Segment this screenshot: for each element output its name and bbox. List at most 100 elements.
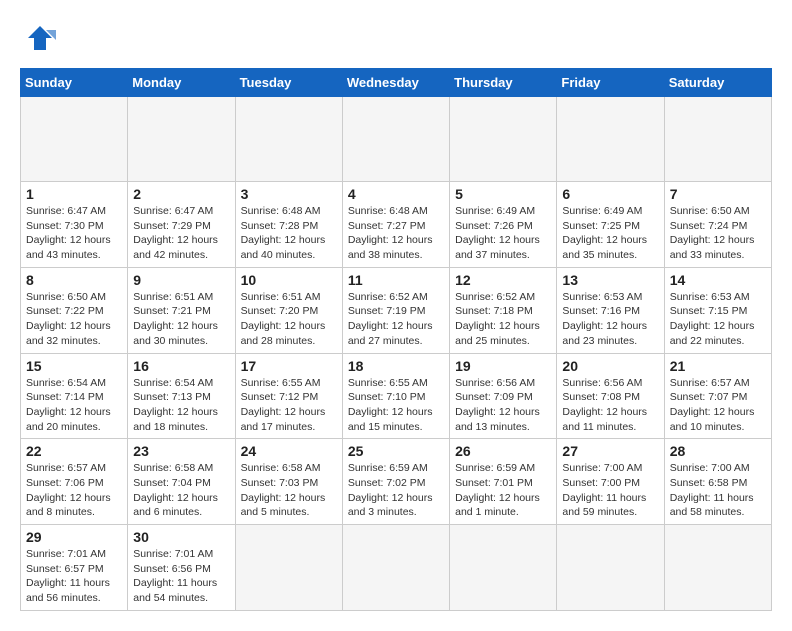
calendar-cell: 10 Sunrise: 6:51 AMSunset: 7:20 PMDayligh… <box>235 267 342 353</box>
day-info: Sunrise: 6:55 AMSunset: 7:10 PMDaylight:… <box>348 376 444 435</box>
day-number: 30 <box>133 529 229 545</box>
calendar-cell <box>21 97 128 182</box>
day-number: 12 <box>455 272 551 288</box>
day-number: 14 <box>670 272 766 288</box>
day-info: Sunrise: 6:51 AMSunset: 7:20 PMDaylight:… <box>241 290 337 349</box>
calendar-cell <box>342 97 449 182</box>
calendar-cell: 25 Sunrise: 6:59 AMSunset: 7:02 PMDayligh… <box>342 439 449 525</box>
calendar-cell: 23 Sunrise: 6:58 AMSunset: 7:04 PMDayligh… <box>128 439 235 525</box>
day-info: Sunrise: 6:55 AMSunset: 7:12 PMDaylight:… <box>241 376 337 435</box>
calendar-cell <box>664 97 771 182</box>
day-info: Sunrise: 6:53 AMSunset: 7:16 PMDaylight:… <box>562 290 658 349</box>
calendar-cell <box>450 97 557 182</box>
calendar-cell: 7Sunrise: 6:50 AMSunset: 7:24 PMDaylight… <box>664 182 771 268</box>
calendar-week-5: 29 Sunrise: 7:01 AMSunset: 6:57 PMDayligh… <box>21 525 772 611</box>
day-number: 5 <box>455 186 551 202</box>
calendar-cell <box>342 525 449 611</box>
day-info: Sunrise: 7:00 AMSunset: 6:58 PMDaylight:… <box>670 461 766 520</box>
calendar-week-0 <box>21 97 772 182</box>
day-info: Sunrise: 6:49 AMSunset: 7:25 PMDaylight:… <box>562 204 658 263</box>
day-info: Sunrise: 7:01 AMSunset: 6:56 PMDaylight:… <box>133 547 229 606</box>
logo <box>20 20 62 58</box>
calendar-week-1: 1 Sunrise: 6:47 AMSunset: 7:30 PMDaylight… <box>21 182 772 268</box>
day-number: 26 <box>455 443 551 459</box>
calendar-cell <box>450 525 557 611</box>
day-info: Sunrise: 6:50 AMSunset: 7:22 PMDaylight:… <box>26 290 122 349</box>
day-number: 11 <box>348 272 444 288</box>
calendar-cell: 24Sunrise: 6:58 AMSunset: 7:03 PMDayligh… <box>235 439 342 525</box>
day-number: 1 <box>26 186 122 202</box>
day-number: 15 <box>26 358 122 374</box>
day-number: 2 <box>133 186 229 202</box>
day-info: Sunrise: 6:49 AMSunset: 7:26 PMDaylight:… <box>455 204 551 263</box>
calendar-cell: 29 Sunrise: 7:01 AMSunset: 6:57 PMDayligh… <box>21 525 128 611</box>
day-info: Sunrise: 7:00 AMSunset: 7:00 PMDaylight:… <box>562 461 658 520</box>
calendar-week-2: 8 Sunrise: 6:50 AMSunset: 7:22 PMDaylight… <box>21 267 772 353</box>
calendar-cell: 19Sunrise: 6:56 AMSunset: 7:09 PMDayligh… <box>450 353 557 439</box>
calendar-cell: 9Sunrise: 6:51 AMSunset: 7:21 PMDaylight… <box>128 267 235 353</box>
day-number: 29 <box>26 529 122 545</box>
day-number: 16 <box>133 358 229 374</box>
day-number: 4 <box>348 186 444 202</box>
calendar-cell: 22Sunrise: 6:57 AMSunset: 7:06 PMDayligh… <box>21 439 128 525</box>
logo-icon <box>20 20 58 58</box>
calendar-cell: 28 Sunrise: 7:00 AMSunset: 6:58 PMDayligh… <box>664 439 771 525</box>
day-info: Sunrise: 6:58 AMSunset: 7:04 PMDaylight:… <box>133 461 229 520</box>
day-number: 19 <box>455 358 551 374</box>
calendar-header-monday: Monday <box>128 69 235 97</box>
calendar-header-thursday: Thursday <box>450 69 557 97</box>
day-number: 18 <box>348 358 444 374</box>
calendar-cell: 17Sunrise: 6:55 AMSunset: 7:12 PMDayligh… <box>235 353 342 439</box>
calendar-cell: 4 Sunrise: 6:48 AMSunset: 7:27 PMDaylight… <box>342 182 449 268</box>
calendar-cell: 16 Sunrise: 6:54 AMSunset: 7:13 PMDayligh… <box>128 353 235 439</box>
day-info: Sunrise: 6:47 AMSunset: 7:29 PMDaylight:… <box>133 204 229 263</box>
day-info: Sunrise: 6:59 AMSunset: 7:02 PMDaylight:… <box>348 461 444 520</box>
calendar-cell: 8 Sunrise: 6:50 AMSunset: 7:22 PMDaylight… <box>21 267 128 353</box>
day-number: 21 <box>670 358 766 374</box>
calendar-cell <box>235 525 342 611</box>
calendar-header-friday: Friday <box>557 69 664 97</box>
calendar-cell: 2 Sunrise: 6:47 AMSunset: 7:29 PMDaylight… <box>128 182 235 268</box>
calendar-cell: 5 Sunrise: 6:49 AMSunset: 7:26 PMDaylight… <box>450 182 557 268</box>
calendar-header-saturday: Saturday <box>664 69 771 97</box>
day-info: Sunrise: 6:53 AMSunset: 7:15 PMDaylight:… <box>670 290 766 349</box>
calendar-cell: 26 Sunrise: 6:59 AMSunset: 7:01 PMDayligh… <box>450 439 557 525</box>
day-info: Sunrise: 6:50 AMSunset: 7:24 PMDaylight:… <box>670 204 766 263</box>
calendar-cell: 27Sunrise: 7:00 AMSunset: 7:00 PMDayligh… <box>557 439 664 525</box>
calendar-cell <box>235 97 342 182</box>
calendar-table: SundayMondayTuesdayWednesdayThursdayFrid… <box>20 68 772 611</box>
calendar-cell <box>557 97 664 182</box>
day-info: Sunrise: 6:52 AMSunset: 7:19 PMDaylight:… <box>348 290 444 349</box>
calendar-cell <box>557 525 664 611</box>
day-number: 6 <box>562 186 658 202</box>
calendar-cell: 6 Sunrise: 6:49 AMSunset: 7:25 PMDaylight… <box>557 182 664 268</box>
calendar-cell: 30 Sunrise: 7:01 AMSunset: 6:56 PMDayligh… <box>128 525 235 611</box>
day-number: 23 <box>133 443 229 459</box>
day-number: 25 <box>348 443 444 459</box>
calendar-cell: 13 Sunrise: 6:53 AMSunset: 7:16 PMDayligh… <box>557 267 664 353</box>
calendar-cell: 3Sunrise: 6:48 AMSunset: 7:28 PMDaylight… <box>235 182 342 268</box>
header <box>20 20 772 58</box>
day-info: Sunrise: 6:59 AMSunset: 7:01 PMDaylight:… <box>455 461 551 520</box>
day-info: Sunrise: 6:47 AMSunset: 7:30 PMDaylight:… <box>26 204 122 263</box>
day-number: 22 <box>26 443 122 459</box>
day-info: Sunrise: 6:56 AMSunset: 7:08 PMDaylight:… <box>562 376 658 435</box>
day-info: Sunrise: 6:52 AMSunset: 7:18 PMDaylight:… <box>455 290 551 349</box>
day-number: 13 <box>562 272 658 288</box>
calendar-cell: 11 Sunrise: 6:52 AMSunset: 7:19 PMDayligh… <box>342 267 449 353</box>
day-number: 8 <box>26 272 122 288</box>
day-info: Sunrise: 6:54 AMSunset: 7:14 PMDaylight:… <box>26 376 122 435</box>
calendar-cell: 21 Sunrise: 6:57 AMSunset: 7:07 PMDayligh… <box>664 353 771 439</box>
calendar-header-tuesday: Tuesday <box>235 69 342 97</box>
calendar-cell <box>664 525 771 611</box>
calendar-header-row: SundayMondayTuesdayWednesdayThursdayFrid… <box>21 69 772 97</box>
day-info: Sunrise: 6:57 AMSunset: 7:07 PMDaylight:… <box>670 376 766 435</box>
calendar-week-4: 22Sunrise: 6:57 AMSunset: 7:06 PMDayligh… <box>21 439 772 525</box>
day-info: Sunrise: 7:01 AMSunset: 6:57 PMDaylight:… <box>26 547 122 606</box>
day-number: 20 <box>562 358 658 374</box>
day-info: Sunrise: 6:48 AMSunset: 7:27 PMDaylight:… <box>348 204 444 263</box>
calendar-cell: 14 Sunrise: 6:53 AMSunset: 7:15 PMDayligh… <box>664 267 771 353</box>
day-info: Sunrise: 6:54 AMSunset: 7:13 PMDaylight:… <box>133 376 229 435</box>
day-number: 10 <box>241 272 337 288</box>
day-number: 28 <box>670 443 766 459</box>
